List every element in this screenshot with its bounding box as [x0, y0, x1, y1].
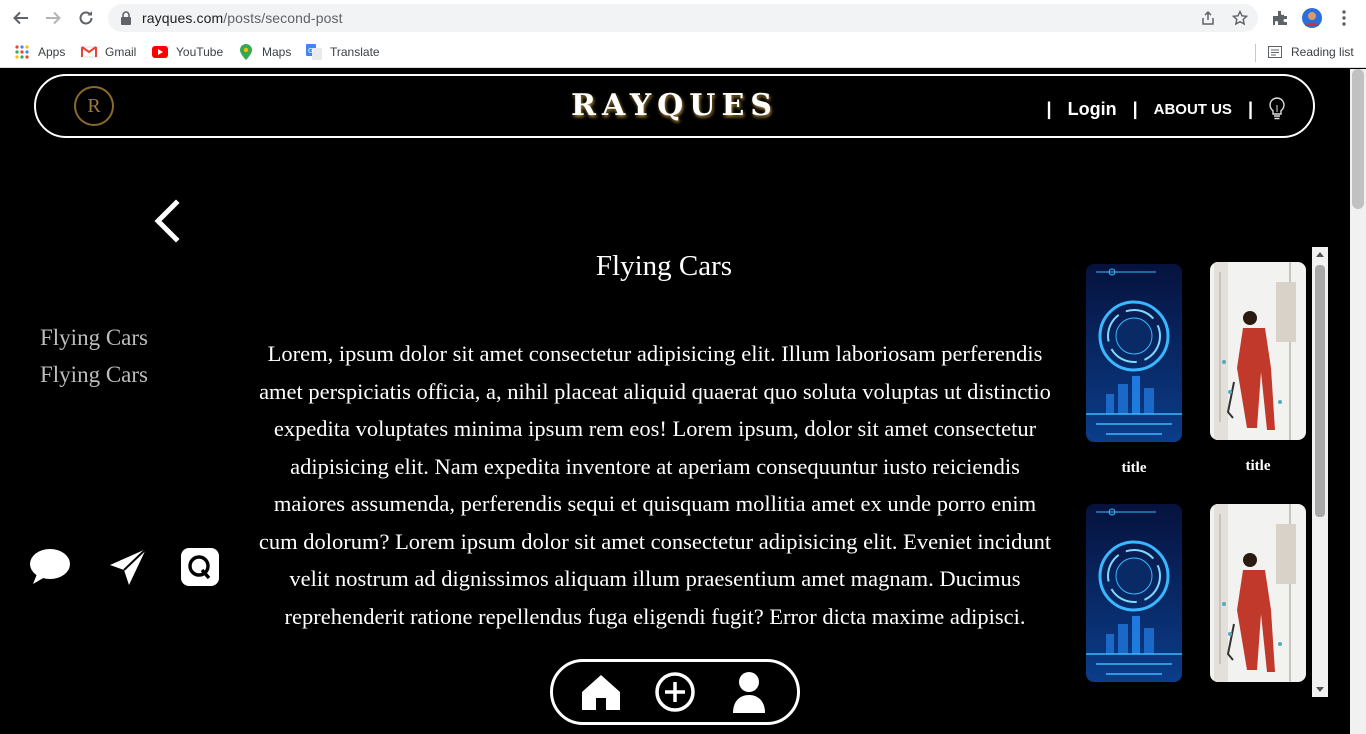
translate-icon: G: [306, 44, 322, 60]
bookmark-gmail[interactable]: Gmail: [81, 42, 136, 62]
gallery-scrollbar[interactable]: [1312, 247, 1328, 697]
sidebar-post-item[interactable]: Flying Cars: [40, 356, 148, 393]
bookmark-youtube[interactable]: YouTube: [152, 42, 223, 62]
browser-toolbar: rayques.com/posts/second-post: [0, 0, 1366, 36]
reload-icon[interactable]: [75, 7, 97, 29]
related-gallery: title title: [1078, 247, 1328, 697]
comment-icon[interactable]: [28, 545, 72, 589]
bookmark-translate[interactable]: G Translate: [306, 42, 380, 62]
bookmark-apps[interactable]: Apps: [14, 42, 65, 62]
page-scrollbar[interactable]: [1350, 69, 1366, 734]
address-bar[interactable]: rayques.com/posts/second-post: [108, 4, 1258, 32]
gmail-icon: [81, 44, 97, 60]
star-icon[interactable]: [1231, 9, 1249, 26]
header-nav: | Login | ABOUT US |: [1031, 96, 1285, 122]
post-title: Flying Cars: [595, 250, 733, 282]
share-icon[interactable]: [1200, 10, 1216, 26]
bookmark-label: YouTube: [176, 45, 224, 59]
back-chevron-icon[interactable]: [150, 199, 186, 243]
reading-list-icon: [1267, 44, 1283, 60]
gallery-card[interactable]: [1210, 504, 1306, 682]
lock-icon: [120, 11, 132, 30]
scroll-up-icon[interactable]: [1316, 251, 1324, 257]
profile-avatar[interactable]: [1302, 8, 1322, 28]
lightbulb-icon[interactable]: [1269, 97, 1285, 121]
send-icon[interactable]: [106, 545, 150, 589]
bookmarks-bar: Apps Gmail YouTube Maps G Translate Read…: [0, 36, 1366, 68]
add-post-icon[interactable]: [653, 670, 697, 714]
site-logo[interactable]: R: [74, 86, 114, 126]
maps-icon: [238, 44, 254, 60]
nav-separator: |: [1046, 98, 1052, 119]
menu-kebab-icon[interactable]: [1334, 8, 1354, 28]
page-content: R RAYQUES | Login | ABOUT US | Flying Ca…: [0, 69, 1350, 734]
youtube-icon: [152, 44, 168, 60]
login-link[interactable]: Login: [1068, 99, 1117, 120]
gallery-card-caption: title: [1121, 460, 1147, 476]
fashion-sketch-image: [1210, 262, 1306, 440]
bookmark-label: Gmail: [105, 45, 137, 59]
gallery-scroll-thumb[interactable]: [1315, 265, 1325, 517]
profile-icon[interactable]: [727, 670, 771, 714]
bookmark-label: Maps: [262, 45, 292, 59]
page-scroll-thumb[interactable]: [1352, 69, 1364, 209]
bottom-nav-bar: [550, 659, 800, 725]
home-icon[interactable]: [579, 670, 623, 714]
gallery-card[interactable]: title: [1210, 262, 1306, 475]
gallery-card[interactable]: title: [1086, 264, 1182, 477]
bookmark-label: Translate: [330, 45, 380, 59]
scroll-down-icon[interactable]: [1316, 687, 1324, 693]
post-body: Lorem, ipsum dolor sit amet consectetur …: [258, 341, 1052, 629]
nav-separator: |: [1247, 98, 1253, 119]
site-header: R RAYQUES | Login | ABOUT US |: [34, 74, 1315, 138]
fashion-sketch-image: [1210, 504, 1306, 682]
url-host: rayques.com: [142, 10, 224, 26]
url-path: /posts/second-post: [223, 10, 343, 26]
svg-text:G: G: [308, 47, 313, 55]
gallery-card-caption: title: [1245, 458, 1271, 474]
tech-circle-image: [1086, 504, 1182, 682]
bookmark-label: Apps: [38, 45, 66, 59]
reading-list-label: Reading list: [1291, 45, 1354, 59]
apps-grid-icon: [14, 44, 30, 60]
tech-circle-image: [1086, 264, 1182, 442]
forward-icon[interactable]: [42, 7, 64, 29]
reading-list[interactable]: Reading list: [1267, 42, 1354, 62]
bookmark-divider: [1255, 44, 1256, 62]
sidebar-post-list: Flying Cars Flying Cars: [40, 319, 148, 393]
sidebar-post-item[interactable]: Flying Cars: [40, 319, 148, 356]
back-icon[interactable]: [10, 7, 32, 29]
gallery-card[interactable]: [1086, 504, 1182, 682]
about-us-link[interactable]: ABOUT US: [1154, 101, 1232, 118]
url-text: rayques.com/posts/second-post: [142, 10, 343, 26]
extensions-icon[interactable]: [1270, 8, 1290, 28]
nav-separator: |: [1132, 98, 1138, 119]
quora-icon[interactable]: [178, 545, 222, 589]
bookmark-maps[interactable]: Maps: [238, 42, 291, 62]
